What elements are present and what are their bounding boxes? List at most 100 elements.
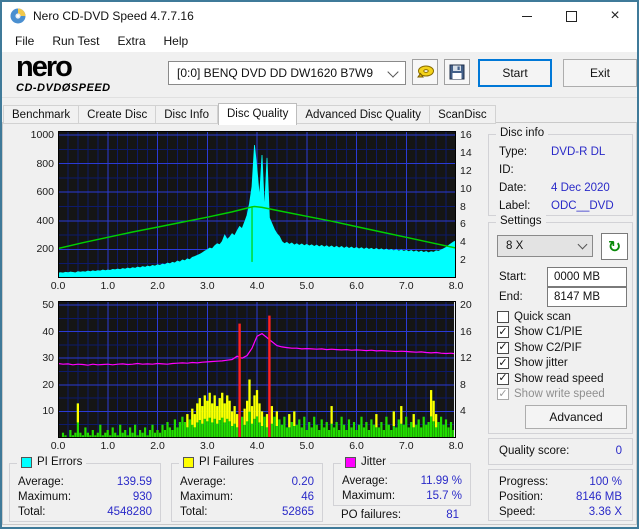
checkbox-label: Show read speed [514,372,604,385]
nero-logo: nero CD-DVDØSPEED [16,53,111,94]
pi-failures-total-label: Total: [180,506,208,518]
progress-value: 100 % [589,476,622,488]
menu-run-test[interactable]: Run Test [43,31,108,51]
speed-value: 3.36 X [588,506,622,518]
checkbox-label: Show write speed [514,388,605,401]
jitter-average-label: Average: [342,475,388,487]
checkbox-box[interactable] [497,357,509,370]
pi-errors-stats-group: PI Errors Average: 139.59 Maximum: 930 T… [9,456,161,522]
left-axis-tick-label: 600 [36,186,54,199]
x-axis-tick-label: 4.0 [249,280,265,292]
save-icon [449,64,465,80]
disc-type-label: Type: [499,146,528,158]
tab-create-disc[interactable]: Create Disc [79,105,157,124]
app-icon [10,8,26,24]
x-axis-tick-label: 8.0 [448,280,464,292]
toolbar: nero CD-DVDØSPEED [0:0] BENQ DVD DD DW16… [2,52,637,98]
tab-advanced-disc-quality[interactable]: Advanced Disc Quality [297,105,431,124]
right-axis-tick-label: 12 [460,352,472,365]
x-axis-tick-label: 6.0 [349,440,364,452]
window-controls: × [505,2,637,30]
minimize-icon [522,15,532,17]
jitter-maximum-value: 15.7 % [426,490,462,502]
po-failures-label: PO failures: [341,509,402,521]
jitter-maximum-label: Maximum: [342,490,396,502]
left-axis-tick-label: 1000 [30,129,54,141]
x-axis-tick-label: 6.0 [349,280,364,292]
right-axis-tick-label: 2 [460,254,466,267]
checkbox-box[interactable] [497,372,509,385]
pi-errors-maximum-value: 930 [132,491,152,503]
pi-errors-total-value: 4548280 [107,506,152,518]
exit-button[interactable]: Exit [563,59,637,87]
tab-disc-quality[interactable]: Disc Quality [218,103,298,125]
checkbox-show-c1-pie[interactable]: Show C1/PIE [497,325,629,341]
speed-selector[interactable]: 8 X [497,235,593,257]
eject-disc-icon [417,65,434,78]
jitter-legend: Jitter [341,456,390,468]
disc-label-value: ODC__DVD [551,200,614,212]
eject-disc-button[interactable] [412,59,438,85]
x-axis-tick-label: 0.0 [50,280,66,292]
right-axis-tick-label: 20 [460,299,472,311]
x-axis-tick-label: 2.0 [150,280,165,292]
right-axis-tick-label: 16 [460,325,472,338]
x-axis-tick-label: 1.0 [100,280,116,292]
tab-disc-info[interactable]: Disc Info [156,105,218,124]
start-button[interactable]: Start [478,59,552,87]
pi-failures-legend: PI Failures [179,456,258,468]
save-button[interactable] [444,59,470,85]
pi-failures-average-value: 0.20 [291,476,314,488]
disc-label-label: Label: [499,200,531,212]
pi-failures-legend-swatch [183,456,194,468]
checkbox-box[interactable] [497,326,509,339]
right-axis-tick-label: 8 [460,378,466,391]
quality-score-group: Quality score: 0 [488,438,633,465]
tab-benchmark[interactable]: Benchmark [3,105,80,124]
right-axis-tick-label: 10 [460,182,472,195]
po-failures-value: 81 [446,509,459,521]
position-label: Position: [499,491,544,503]
right-axis-tick-label: 12 [460,164,472,177]
checkbox-show-read-speed[interactable]: Show read speed [497,371,629,387]
menu-help[interactable]: Help [155,31,198,51]
checkbox-quick-scan[interactable]: Quick scan [497,309,629,325]
x-axis-tick-label: 3.0 [199,440,215,452]
left-axis-tick-label: 30 [42,352,54,365]
x-axis-tick-label: 5.0 [299,280,315,292]
close-button[interactable]: × [593,2,637,30]
advanced-button[interactable]: Advanced [525,405,627,429]
left-axis-tick-label: 20 [42,378,54,391]
menu-bar: File Run Test Extra Help [2,30,637,52]
drive-selector[interactable]: [0:0] BENQ DVD DD DW1620 B7W9 [168,61,406,85]
tab-scandisc[interactable]: ScanDisc [430,105,496,124]
quality-score-value: 0 [615,445,622,457]
refresh-button[interactable]: ↻ [601,233,628,260]
nero-logo-text: nero [16,51,73,83]
checkbox-label: Show C2/PIF [514,341,582,354]
menu-file[interactable]: File [6,31,43,51]
disc-date-value: 4 Dec 2020 [551,182,610,194]
right-axis-tick-label: 16 [460,129,472,141]
checkbox-label: Quick scan [514,310,571,323]
x-axis-tick-label: 7.0 [398,280,414,292]
pi-errors-legend-swatch [21,456,32,468]
start-position-field[interactable]: 0000 MB [547,267,627,287]
checkbox-box[interactable] [497,310,509,323]
menu-extra[interactable]: Extra [108,31,154,51]
minimize-button[interactable] [505,2,549,30]
pi-failures-maximum-label: Maximum: [180,491,234,503]
checkbox-show-jitter[interactable]: Show jitter [497,356,629,372]
checkbox-label: Show C1/PIE [514,326,583,339]
pi-failures-stats-group: PI Failures Average: 0.20 Maximum: 46 To… [171,456,323,522]
maximize-icon [565,10,577,22]
end-position-field[interactable]: 8147 MB [547,287,627,307]
x-axis-tick-label: 2.0 [150,440,165,452]
start-position-label: Start: [499,271,527,283]
right-axis-tick-label: 14 [460,146,472,159]
checkbox-box[interactable] [497,341,509,354]
window-title: Nero CD-DVD Speed 4.7.7.16 [33,9,194,23]
right-axis-tick-label: 8 [460,200,466,213]
checkbox-show-c2-pif[interactable]: Show C2/PIF [497,340,629,356]
maximize-button[interactable] [549,2,593,30]
